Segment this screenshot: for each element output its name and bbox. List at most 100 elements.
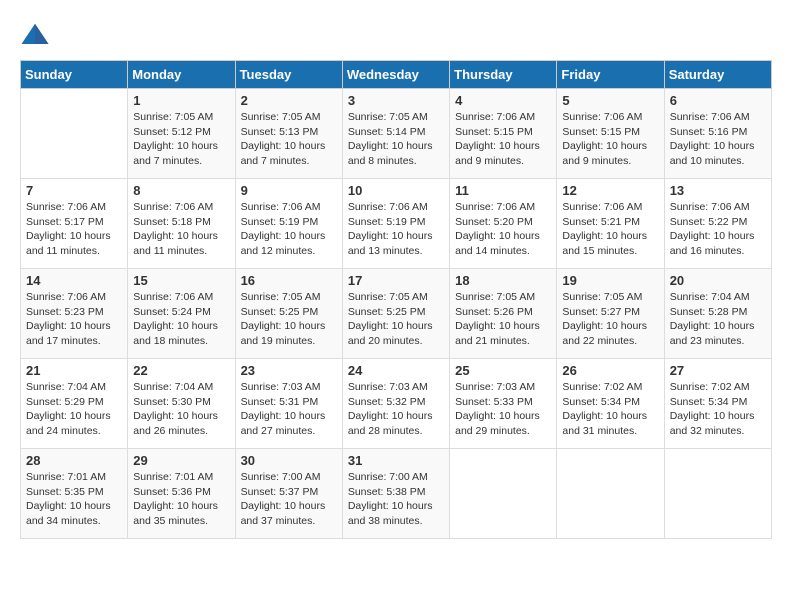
day-number: 25 — [455, 363, 551, 378]
day-number: 31 — [348, 453, 444, 468]
day-number: 9 — [241, 183, 337, 198]
day-info: Sunrise: 7:04 AMSunset: 5:29 PMDaylight:… — [26, 381, 111, 437]
calendar-cell: 25 Sunrise: 7:03 AMSunset: 5:33 PMDaylig… — [450, 359, 557, 449]
day-number: 23 — [241, 363, 337, 378]
calendar-cell: 3 Sunrise: 7:05 AMSunset: 5:14 PMDayligh… — [342, 89, 449, 179]
day-info: Sunrise: 7:06 AMSunset: 5:15 PMDaylight:… — [562, 111, 647, 167]
weekday-header: Wednesday — [342, 61, 449, 89]
day-number: 20 — [670, 273, 766, 288]
day-number: 30 — [241, 453, 337, 468]
day-info: Sunrise: 7:06 AMSunset: 5:23 PMDaylight:… — [26, 291, 111, 347]
calendar-cell: 22 Sunrise: 7:04 AMSunset: 5:30 PMDaylig… — [128, 359, 235, 449]
calendar-cell: 20 Sunrise: 7:04 AMSunset: 5:28 PMDaylig… — [664, 269, 771, 359]
calendar-table: SundayMondayTuesdayWednesdayThursdayFrid… — [20, 60, 772, 539]
day-number: 14 — [26, 273, 122, 288]
day-info: Sunrise: 7:01 AMSunset: 5:35 PMDaylight:… — [26, 471, 111, 527]
day-number: 27 — [670, 363, 766, 378]
calendar-cell: 5 Sunrise: 7:06 AMSunset: 5:15 PMDayligh… — [557, 89, 664, 179]
day-info: Sunrise: 7:06 AMSunset: 5:16 PMDaylight:… — [670, 111, 755, 167]
day-info: Sunrise: 7:03 AMSunset: 5:31 PMDaylight:… — [241, 381, 326, 437]
day-number: 13 — [670, 183, 766, 198]
weekday-header: Friday — [557, 61, 664, 89]
day-number: 10 — [348, 183, 444, 198]
calendar-cell: 13 Sunrise: 7:06 AMSunset: 5:22 PMDaylig… — [664, 179, 771, 269]
calendar-cell: 30 Sunrise: 7:00 AMSunset: 5:37 PMDaylig… — [235, 449, 342, 539]
day-info: Sunrise: 7:06 AMSunset: 5:21 PMDaylight:… — [562, 201, 647, 257]
calendar-cell: 4 Sunrise: 7:06 AMSunset: 5:15 PMDayligh… — [450, 89, 557, 179]
day-info: Sunrise: 7:05 AMSunset: 5:27 PMDaylight:… — [562, 291, 647, 347]
day-number: 19 — [562, 273, 658, 288]
calendar-cell: 17 Sunrise: 7:05 AMSunset: 5:25 PMDaylig… — [342, 269, 449, 359]
page-header — [20, 20, 772, 50]
day-info: Sunrise: 7:06 AMSunset: 5:17 PMDaylight:… — [26, 201, 111, 257]
day-info: Sunrise: 7:05 AMSunset: 5:26 PMDaylight:… — [455, 291, 540, 347]
day-number: 2 — [241, 93, 337, 108]
calendar-cell: 10 Sunrise: 7:06 AMSunset: 5:19 PMDaylig… — [342, 179, 449, 269]
day-number: 29 — [133, 453, 229, 468]
calendar-cell: 27 Sunrise: 7:02 AMSunset: 5:34 PMDaylig… — [664, 359, 771, 449]
calendar-cell: 2 Sunrise: 7:05 AMSunset: 5:13 PMDayligh… — [235, 89, 342, 179]
calendar-cell: 24 Sunrise: 7:03 AMSunset: 5:32 PMDaylig… — [342, 359, 449, 449]
day-info: Sunrise: 7:05 AMSunset: 5:14 PMDaylight:… — [348, 111, 433, 167]
day-info: Sunrise: 7:05 AMSunset: 5:13 PMDaylight:… — [241, 111, 326, 167]
weekday-header: Thursday — [450, 61, 557, 89]
day-number: 4 — [455, 93, 551, 108]
logo — [20, 20, 54, 50]
calendar-cell: 18 Sunrise: 7:05 AMSunset: 5:26 PMDaylig… — [450, 269, 557, 359]
day-number: 17 — [348, 273, 444, 288]
weekday-header: Tuesday — [235, 61, 342, 89]
day-info: Sunrise: 7:06 AMSunset: 5:22 PMDaylight:… — [670, 201, 755, 257]
day-number: 7 — [26, 183, 122, 198]
calendar-cell: 6 Sunrise: 7:06 AMSunset: 5:16 PMDayligh… — [664, 89, 771, 179]
calendar-cell: 12 Sunrise: 7:06 AMSunset: 5:21 PMDaylig… — [557, 179, 664, 269]
calendar-cell: 11 Sunrise: 7:06 AMSunset: 5:20 PMDaylig… — [450, 179, 557, 269]
calendar-week-row: 1 Sunrise: 7:05 AMSunset: 5:12 PMDayligh… — [21, 89, 772, 179]
day-number: 15 — [133, 273, 229, 288]
day-info: Sunrise: 7:06 AMSunset: 5:18 PMDaylight:… — [133, 201, 218, 257]
calendar-cell — [21, 89, 128, 179]
day-info: Sunrise: 7:06 AMSunset: 5:24 PMDaylight:… — [133, 291, 218, 347]
calendar-cell — [664, 449, 771, 539]
calendar-cell: 16 Sunrise: 7:05 AMSunset: 5:25 PMDaylig… — [235, 269, 342, 359]
day-info: Sunrise: 7:06 AMSunset: 5:20 PMDaylight:… — [455, 201, 540, 257]
calendar-cell: 29 Sunrise: 7:01 AMSunset: 5:36 PMDaylig… — [128, 449, 235, 539]
calendar-cell: 9 Sunrise: 7:06 AMSunset: 5:19 PMDayligh… — [235, 179, 342, 269]
weekday-header: Sunday — [21, 61, 128, 89]
day-number: 24 — [348, 363, 444, 378]
day-info: Sunrise: 7:02 AMSunset: 5:34 PMDaylight:… — [562, 381, 647, 437]
calendar-week-row: 14 Sunrise: 7:06 AMSunset: 5:23 PMDaylig… — [21, 269, 772, 359]
calendar-cell: 15 Sunrise: 7:06 AMSunset: 5:24 PMDaylig… — [128, 269, 235, 359]
day-number: 6 — [670, 93, 766, 108]
day-info: Sunrise: 7:05 AMSunset: 5:12 PMDaylight:… — [133, 111, 218, 167]
calendar-cell — [450, 449, 557, 539]
calendar-cell — [557, 449, 664, 539]
day-number: 18 — [455, 273, 551, 288]
day-info: Sunrise: 7:00 AMSunset: 5:37 PMDaylight:… — [241, 471, 326, 527]
day-number: 28 — [26, 453, 122, 468]
weekday-header: Saturday — [664, 61, 771, 89]
calendar-cell: 8 Sunrise: 7:06 AMSunset: 5:18 PMDayligh… — [128, 179, 235, 269]
calendar-cell: 21 Sunrise: 7:04 AMSunset: 5:29 PMDaylig… — [21, 359, 128, 449]
day-info: Sunrise: 7:06 AMSunset: 5:15 PMDaylight:… — [455, 111, 540, 167]
day-info: Sunrise: 7:00 AMSunset: 5:38 PMDaylight:… — [348, 471, 433, 527]
day-number: 1 — [133, 93, 229, 108]
day-number: 11 — [455, 183, 551, 198]
day-info: Sunrise: 7:03 AMSunset: 5:33 PMDaylight:… — [455, 381, 540, 437]
calendar-cell: 1 Sunrise: 7:05 AMSunset: 5:12 PMDayligh… — [128, 89, 235, 179]
day-info: Sunrise: 7:02 AMSunset: 5:34 PMDaylight:… — [670, 381, 755, 437]
day-number: 16 — [241, 273, 337, 288]
day-number: 22 — [133, 363, 229, 378]
logo-icon — [20, 20, 50, 50]
day-info: Sunrise: 7:06 AMSunset: 5:19 PMDaylight:… — [241, 201, 326, 257]
day-info: Sunrise: 7:04 AMSunset: 5:30 PMDaylight:… — [133, 381, 218, 437]
day-info: Sunrise: 7:06 AMSunset: 5:19 PMDaylight:… — [348, 201, 433, 257]
calendar-week-row: 21 Sunrise: 7:04 AMSunset: 5:29 PMDaylig… — [21, 359, 772, 449]
calendar-cell: 26 Sunrise: 7:02 AMSunset: 5:34 PMDaylig… — [557, 359, 664, 449]
calendar-cell: 23 Sunrise: 7:03 AMSunset: 5:31 PMDaylig… — [235, 359, 342, 449]
calendar-week-row: 28 Sunrise: 7:01 AMSunset: 5:35 PMDaylig… — [21, 449, 772, 539]
weekday-header-row: SundayMondayTuesdayWednesdayThursdayFrid… — [21, 61, 772, 89]
day-info: Sunrise: 7:01 AMSunset: 5:36 PMDaylight:… — [133, 471, 218, 527]
day-number: 26 — [562, 363, 658, 378]
day-number: 21 — [26, 363, 122, 378]
calendar-cell: 31 Sunrise: 7:00 AMSunset: 5:38 PMDaylig… — [342, 449, 449, 539]
